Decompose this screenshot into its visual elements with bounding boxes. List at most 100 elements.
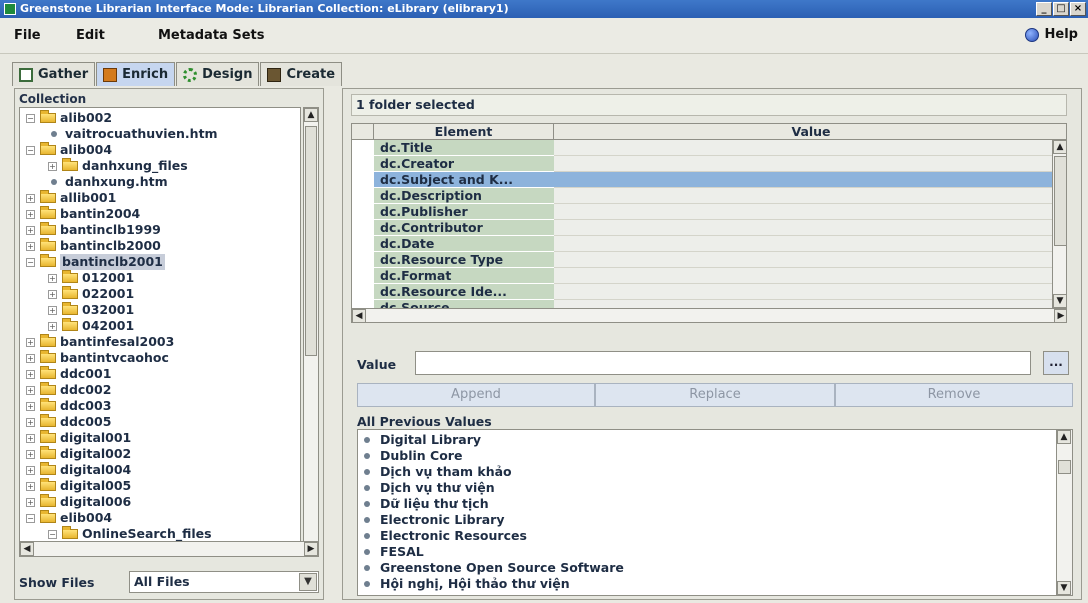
close-button[interactable]: × (1070, 2, 1086, 16)
metadata-element-cell[interactable]: dc.Date (374, 236, 554, 252)
metadata-element-cell[interactable]: dc.Resource Ide... (374, 284, 554, 300)
scroll-down-icon[interactable]: ▼ (1053, 294, 1066, 308)
tree-item[interactable]: +012001 (48, 270, 134, 286)
expand-icon[interactable]: + (48, 321, 57, 331)
tree-item[interactable]: + digital002 (26, 446, 131, 462)
expand-icon[interactable]: + (48, 161, 57, 171)
expand-icon[interactable]: + (26, 241, 35, 251)
previous-values-list[interactable]: ▲ ▼ Digital Library Dublin Core Dịch vụ th… (357, 429, 1073, 596)
tree-item[interactable]: danhxung.htm (48, 174, 168, 190)
tree-item[interactable]: +022001 (48, 286, 134, 302)
collapse-icon[interactable]: − (48, 529, 57, 539)
tree-item[interactable]: + ddc005 (26, 414, 111, 430)
help-menu[interactable]: Help (1024, 27, 1078, 42)
expand-icon[interactable]: + (48, 305, 57, 315)
metadata-value-cell[interactable] (554, 140, 1054, 156)
expand-icon[interactable]: + (26, 385, 35, 395)
expand-icon[interactable]: + (26, 449, 35, 459)
scroll-up-icon[interactable]: ▲ (1053, 140, 1066, 154)
tab-create[interactable]: Create (260, 62, 343, 86)
metadata-row[interactable]: dc.Creator (352, 156, 1054, 172)
chevron-down-icon[interactable]: ▼ (299, 573, 317, 591)
expand-icon[interactable]: + (26, 465, 35, 475)
element-column-header[interactable]: Element (374, 124, 554, 140)
minimize-button[interactable]: _ (1036, 2, 1052, 16)
expand-icon[interactable]: + (26, 433, 35, 443)
previous-value-item[interactable]: Electronic Library (364, 512, 505, 528)
tab-design[interactable]: Design (176, 62, 260, 86)
scroll-up-icon[interactable]: ▲ (304, 108, 318, 122)
tree-item[interactable]: + bantinfesal2003 (26, 334, 174, 350)
remove-button[interactable]: Remove (835, 383, 1073, 407)
metadata-row[interactable]: dc.Resource Type (352, 252, 1054, 268)
previous-value-item[interactable]: FESAL (364, 544, 424, 560)
metadata-scroll-thumb[interactable] (1054, 156, 1066, 246)
tree-item[interactable]: − OnlineSearch_files (48, 526, 212, 542)
tree-item[interactable]: + bantintvcaohoc (26, 350, 169, 366)
tree-scroll-thumb[interactable] (305, 126, 317, 356)
tree-item[interactable]: + danhxung_files (48, 158, 188, 174)
tree-item[interactable]: + ddc002 (26, 382, 111, 398)
scroll-right-icon[interactable]: ▶ (304, 542, 318, 556)
metadata-value-cell[interactable] (554, 156, 1054, 172)
expand-icon[interactable]: + (26, 353, 35, 363)
metadata-element-cell[interactable]: dc.Title (374, 140, 554, 156)
collection-tree[interactable]: − alib002 vaitrocuathuvien.htm − alib004 + dan… (19, 107, 301, 557)
scroll-up-icon[interactable]: ▲ (1057, 430, 1071, 444)
metadata-row[interactable]: dc.Description (352, 188, 1054, 204)
value-input[interactable] (415, 351, 1031, 375)
metadata-element-cell[interactable]: dc.Subject and K... (374, 172, 554, 188)
previous-value-item[interactable]: Greenstone Open Source Software (364, 560, 624, 576)
scroll-left-icon[interactable]: ◀ (352, 309, 366, 322)
metadata-value-cell[interactable] (554, 236, 1054, 252)
tree-item[interactable]: +042001 (48, 318, 134, 334)
scroll-down-icon[interactable]: ▼ (1057, 581, 1071, 595)
scroll-right-icon[interactable]: ▶ (1054, 309, 1066, 322)
metadata-value-cell[interactable] (554, 252, 1054, 268)
collapse-icon[interactable]: − (26, 145, 35, 155)
metadata-vertical-scrollbar[interactable]: ▲ ▼ (1052, 140, 1066, 308)
expand-icon[interactable]: + (26, 209, 35, 219)
previous-values-scrollbar[interactable]: ▲ ▼ (1056, 430, 1072, 595)
metadata-element-cell[interactable]: dc.Creator (374, 156, 554, 172)
tree-item[interactable]: + bantin2004 (26, 206, 140, 222)
tree-item[interactable]: + bantinclb2000 (26, 238, 161, 254)
tree-item[interactable]: +032001 (48, 302, 134, 318)
scroll-left-icon[interactable]: ◀ (20, 542, 34, 556)
previous-values-scroll-thumb[interactable] (1058, 460, 1071, 474)
tab-gather[interactable]: Gather (12, 62, 96, 86)
tree-item[interactable]: + digital001 (26, 430, 131, 446)
tree-item[interactable]: + digital005 (26, 478, 131, 494)
metadata-table[interactable]: Element Value dc.Title dc.Creator dc.Subje… (351, 123, 1067, 323)
collapse-icon[interactable]: − (26, 257, 35, 267)
metadata-value-cell[interactable] (554, 172, 1054, 188)
tree-item[interactable]: + allib001 (26, 190, 116, 206)
tree-horizontal-scrollbar[interactable]: ◀ ▶ (19, 541, 319, 557)
metadata-value-cell[interactable] (554, 220, 1054, 236)
expand-icon[interactable]: + (48, 273, 57, 283)
previous-value-item[interactable]: Dịch vụ thư viện (364, 480, 495, 496)
metadata-row[interactable]: dc.Date (352, 236, 1054, 252)
expand-icon[interactable]: + (26, 369, 35, 379)
previous-value-item[interactable]: Digital Library (364, 432, 481, 448)
maximize-button[interactable]: □ (1053, 2, 1069, 16)
tree-item[interactable]: − alib004 (26, 142, 112, 158)
metadata-value-cell[interactable] (554, 284, 1054, 300)
tree-item[interactable]: − elib004 (26, 510, 112, 526)
replace-button[interactable]: Replace (595, 383, 835, 407)
tree-vertical-scrollbar[interactable]: ▲ ▼ (303, 107, 319, 557)
metadata-row[interactable]: dc.Subject and K... (352, 172, 1054, 188)
expand-icon[interactable]: + (26, 337, 35, 347)
tree-item[interactable]: + bantinclb1999 (26, 222, 161, 238)
metadata-row[interactable]: dc.Title (352, 140, 1054, 156)
menu-metadata-sets[interactable]: Metadata Sets (158, 28, 264, 43)
previous-value-item[interactable]: Dịch vụ tham khảo (364, 464, 512, 480)
expand-icon[interactable]: + (26, 193, 35, 203)
collapse-icon[interactable]: − (26, 513, 35, 523)
expand-icon[interactable]: + (26, 225, 35, 235)
previous-value-item[interactable]: Hội nghị, Hội thảo thư viện (364, 576, 570, 592)
previous-value-item[interactable]: Electronic Resources (364, 528, 527, 544)
menu-file[interactable]: File (14, 28, 41, 43)
tree-item[interactable]: − alib002 (26, 110, 112, 126)
metadata-row[interactable]: dc.Contributor (352, 220, 1054, 236)
